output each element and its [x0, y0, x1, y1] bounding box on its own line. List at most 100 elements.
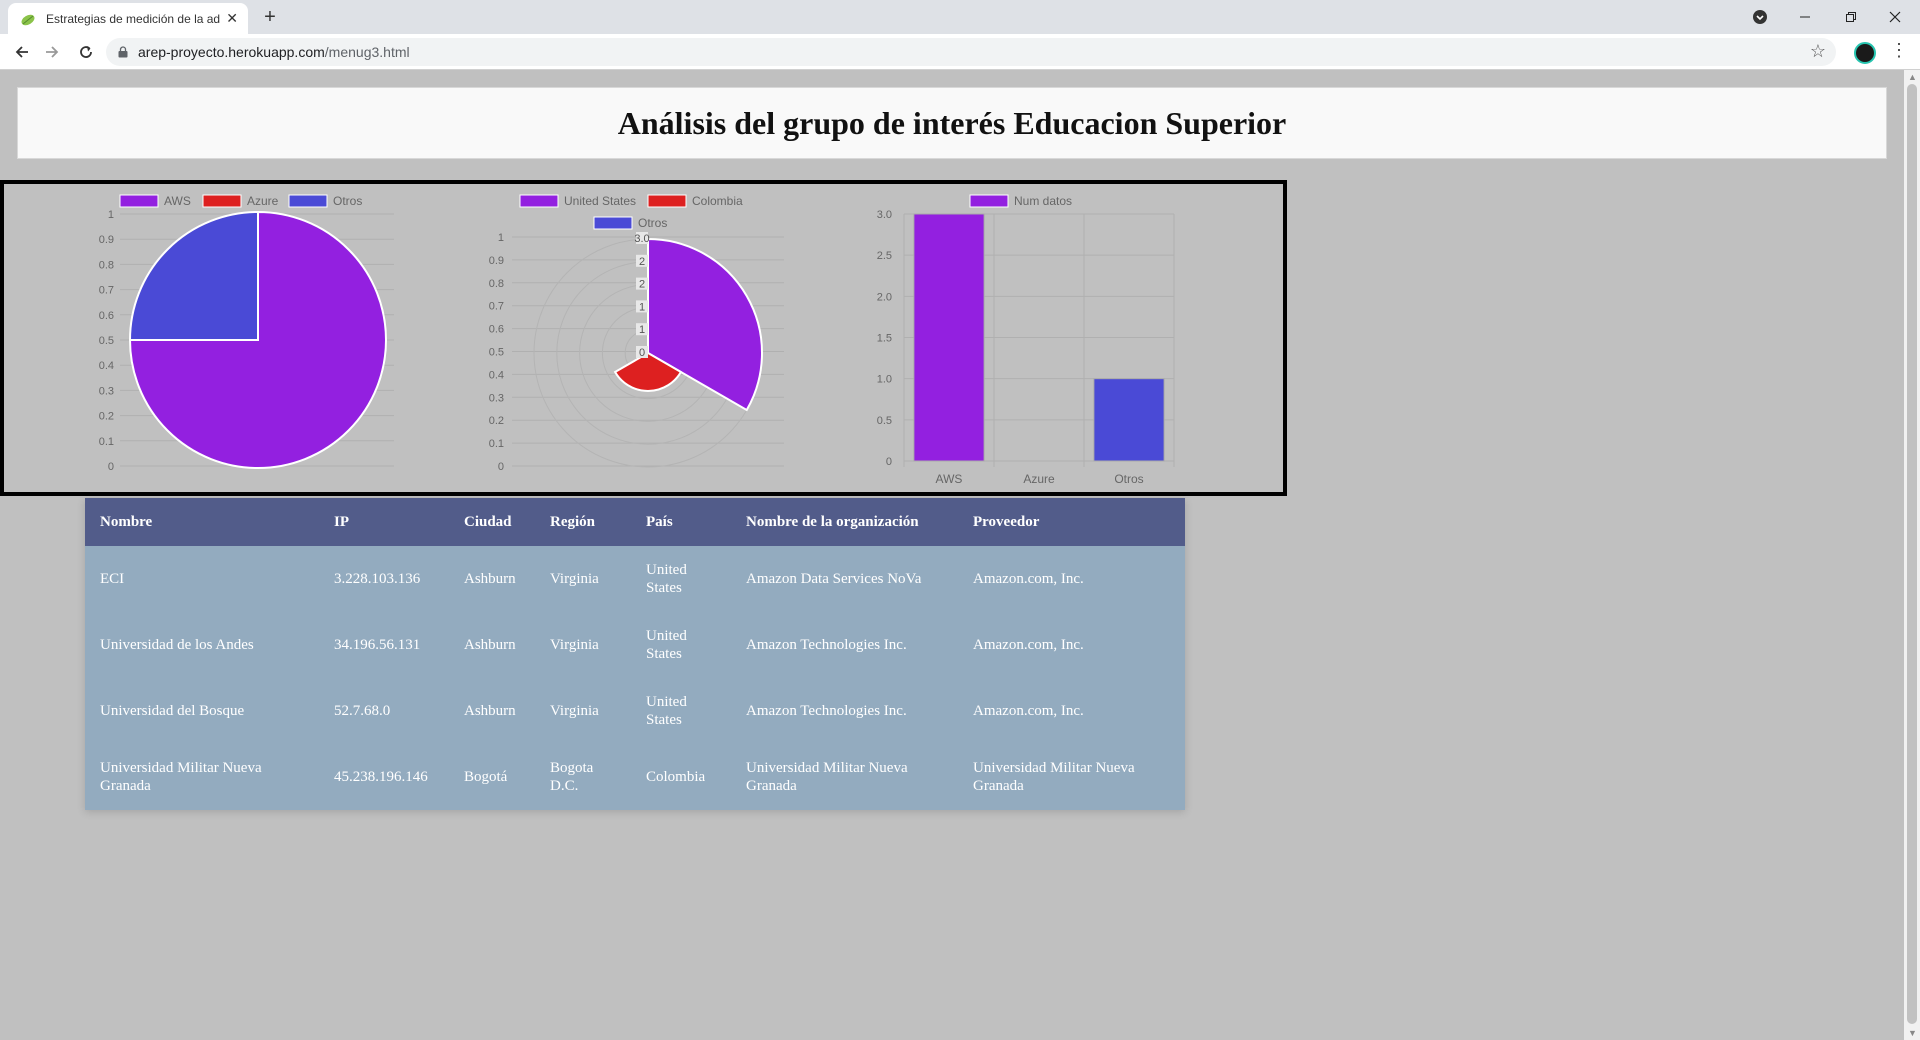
bookmark-star-icon[interactable]: ☆ — [1810, 41, 1826, 62]
bar-otros — [1093, 378, 1165, 462]
cell-proveedor: Amazon.com, Inc. — [973, 637, 1084, 653]
extension-icon[interactable] — [1854, 42, 1876, 64]
polar-legend-swatch — [519, 194, 559, 208]
cell-pais: United States — [646, 562, 687, 596]
pie-ytick-label: 0.9 — [99, 234, 114, 246]
forward-icon[interactable] — [40, 40, 64, 64]
page-scrollbar[interactable]: ▲ ▼ — [1904, 70, 1920, 1040]
polar-legend-label: Otros — [638, 216, 667, 230]
table-row: Universidad de los Andes 34.196.56.131 A… — [85, 612, 1185, 678]
cell-ip: 34.196.56.131 — [334, 637, 421, 653]
cell-ciudad: Ashburn — [464, 637, 516, 653]
page-title: Análisis del grupo de interés Educacion … — [617, 104, 1287, 141]
bar-xtick-label: AWS — [936, 472, 963, 486]
polar-ytick-label: 0.8 — [489, 278, 504, 290]
polar-ytick-label: 0.2 — [489, 415, 504, 427]
cell-region: Virginia — [550, 703, 599, 719]
browser-tab[interactable]: Estrategias de medición de la adop ✕ — [8, 3, 248, 34]
new-tab-button[interactable]: + — [258, 5, 282, 29]
polar-ytick-label: 0.3 — [489, 392, 504, 404]
scrollbar-thumb[interactable] — [1907, 84, 1917, 1024]
page-header: Análisis del grupo de interés Educacion … — [17, 87, 1887, 159]
pie-slice-otros — [128, 210, 259, 341]
cell-nombre: Universidad Militar Nueva Granada — [100, 760, 262, 794]
pie-ytick-label: 0.8 — [99, 259, 114, 271]
address-bar[interactable]: arep-proyecto.herokuapp.com/menug3.html … — [106, 38, 1836, 66]
polar-ytick-label: 0.1 — [489, 438, 504, 450]
polar-rtick-label: 2 — [639, 279, 645, 291]
bar-legend-label: Num datos — [1014, 194, 1072, 208]
pie-legend-label: Otros — [333, 194, 362, 208]
cell-ip: 52.7.68.0 — [334, 703, 391, 719]
table-row: Universidad del Bosque 52.7.68.0 Ashburn… — [85, 678, 1185, 744]
pie-legend-swatch — [202, 194, 242, 208]
polar-legend-swatch — [593, 216, 633, 230]
url-host: arep-proyecto.herokuapp.com — [138, 44, 325, 60]
bar-aws — [913, 213, 985, 462]
pie-ytick-label: 0.7 — [99, 285, 114, 297]
pie-ytick-label: 0.5 — [99, 335, 114, 347]
pie-ytick-label: 0.1 — [99, 436, 114, 448]
cell-nombre: Universidad del Bosque — [100, 703, 245, 719]
bar-ytick-label: 1.0 — [877, 374, 892, 386]
polar-ytick-label: 0.7 — [489, 301, 504, 313]
cell-nombre: Universidad de los Andes — [100, 637, 254, 653]
header-organizacion: Nombre de la organización — [746, 513, 919, 530]
cell-region: Virginia — [550, 571, 599, 587]
polar-legend-label: Colombia — [692, 194, 743, 208]
bar-ytick-label: 3.0 — [877, 209, 892, 221]
bar-ytick-label: 2.5 — [877, 250, 892, 262]
pie-legend-label: Azure — [247, 194, 279, 208]
cell-nombre: ECI — [100, 571, 125, 587]
polar-legend-label: United States — [564, 194, 636, 208]
bar-ytick-label: 0.5 — [877, 415, 892, 427]
browser-toolbar: arep-proyecto.herokuapp.com/menug3.html … — [0, 34, 1920, 70]
bar-ytick-label: 2.0 — [877, 291, 892, 303]
cell-organizacion: Universidad Militar Nueva Granada — [746, 760, 908, 794]
tab-search-icon[interactable] — [1740, 4, 1780, 30]
cell-organizacion: Amazon Technologies Inc. — [746, 703, 907, 719]
header-region: Región — [550, 513, 595, 530]
close-window-icon[interactable] — [1875, 4, 1915, 30]
browser-menu-icon[interactable]: ⋮ — [1890, 40, 1908, 61]
scroll-down-icon[interactable]: ▼ — [1908, 1028, 1917, 1038]
bar-ytick-label: 0 — [886, 456, 892, 468]
cell-ciudad: Ashburn — [464, 703, 516, 719]
charts-container: AWS Azure Otros 0 0.1 0.2 0.3 0.4 0.5 0.6 0.7 0.8 0.… — [0, 180, 1287, 496]
url-path: /menug3.html — [324, 44, 410, 60]
bar-xtick-label: Otros — [1114, 472, 1143, 486]
polar-ytick-label: 0.9 — [489, 255, 504, 267]
polar-ytick-label: 0.5 — [489, 347, 504, 359]
polar-rtick-label: 1 — [639, 324, 645, 336]
minimize-icon[interactable] — [1785, 4, 1825, 30]
pie-ytick-label: 0.2 — [99, 411, 114, 423]
cell-pais: Colombia — [646, 769, 706, 785]
cell-organizacion: Amazon Technologies Inc. — [746, 637, 907, 653]
scroll-up-icon[interactable]: ▲ — [1908, 72, 1917, 82]
polar-rtick-label: 0 — [639, 347, 645, 359]
cell-proveedor: Amazon.com, Inc. — [973, 571, 1084, 587]
cell-region: Virginia — [550, 637, 599, 653]
pie-ytick-label: 0 — [108, 461, 114, 473]
cell-proveedor: Amazon.com, Inc. — [973, 703, 1084, 719]
back-icon[interactable] — [10, 40, 34, 64]
pie-legend-swatch — [119, 194, 159, 208]
pie-ytick-label: 0.6 — [99, 310, 114, 322]
polar-ytick-label: 0 — [498, 461, 504, 473]
lock-icon — [118, 46, 128, 58]
cell-pais: United States — [646, 628, 687, 662]
polar-legend-swatch — [647, 194, 687, 208]
cell-ip: 45.238.196.146 — [334, 769, 428, 785]
pie-legend-swatch — [288, 194, 328, 208]
tab-strip: Estrategias de medición de la adop ✕ + — [0, 0, 1920, 34]
pie-legend-label: AWS — [164, 194, 191, 208]
header-nombre: Nombre — [100, 513, 153, 530]
cell-ciudad: Bogotá — [464, 769, 508, 785]
close-tab-icon[interactable]: ✕ — [226, 10, 238, 27]
restore-icon[interactable] — [1831, 4, 1871, 30]
pie-ytick-label: 0.4 — [99, 360, 114, 372]
bar-xtick-label: Azure — [1023, 472, 1055, 486]
reload-icon[interactable] — [74, 40, 98, 64]
table-row: Universidad Militar Nueva Granada 45.238… — [85, 744, 1185, 810]
header-pais: País — [646, 513, 673, 530]
